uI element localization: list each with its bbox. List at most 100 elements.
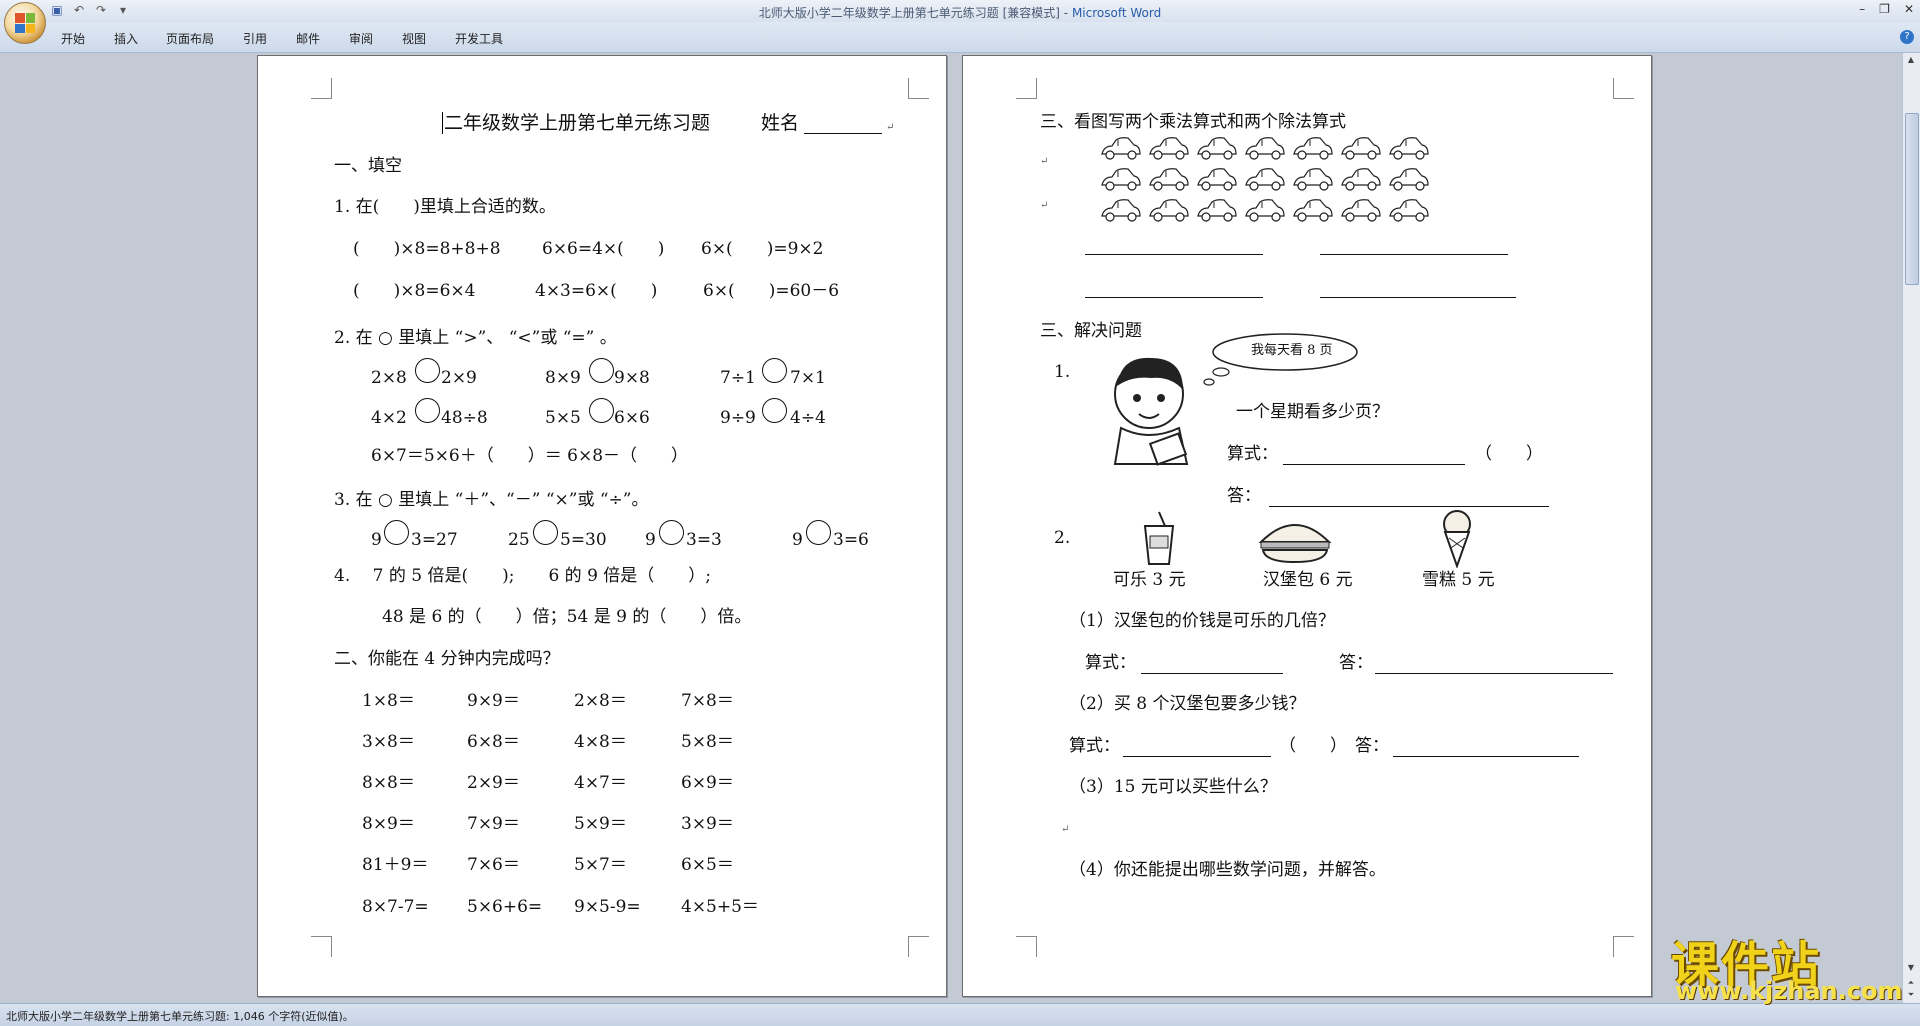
calc-item: 5×6+6= (467, 897, 543, 917)
q3-right: 3=6 (833, 530, 869, 550)
item-label: 可乐 3 元 (1113, 570, 1186, 590)
answer-blank[interactable] (1269, 506, 1549, 507)
crop-mark (1613, 936, 1634, 957)
crop-mark (1016, 78, 1037, 99)
formula-blank[interactable] (1123, 756, 1271, 757)
answer-circle[interactable] (589, 398, 614, 423)
calc-item: 5×7＝ (574, 855, 627, 875)
tab-developer[interactable]: 开发工具 (455, 30, 503, 47)
office-button[interactable] (4, 2, 46, 44)
q2-left: 2×8 (371, 368, 407, 388)
tab-mailings[interactable]: 邮件 (296, 30, 320, 47)
section-heading: 二、你能在 4 分钟内完成吗？ (334, 649, 560, 669)
sub-question: （4）你还能提出哪些数学问题，并解答。 (1069, 860, 1386, 880)
q2-right: 7×1 (790, 368, 826, 388)
answer-blank[interactable] (1393, 756, 1579, 757)
window-title: 北师大版小学二年级数学上册第七单元练习题 [兼容模式] - Microsoft … (758, 6, 1162, 20)
name-blank[interactable] (804, 133, 882, 134)
vertical-scrollbar[interactable]: ▲ ▼ ⏶ ⏷ (1902, 53, 1920, 1003)
minimize-icon[interactable]: – (1859, 2, 1865, 16)
answer-circle[interactable] (589, 358, 614, 383)
answer-circle[interactable] (659, 520, 684, 545)
office-logo-icon (15, 13, 35, 33)
calc-item: 3×8＝ (362, 732, 415, 752)
sub-question: （1）汉堡包的价钱是可乐的几倍？ (1069, 611, 1335, 631)
watermark-url: www.kjzhan.com (1675, 977, 1903, 1005)
q2-left: 5×5 (545, 408, 581, 428)
car-icon (1389, 168, 1429, 191)
unit-paren: （ ） (1279, 736, 1347, 756)
question-text: 1. 在( )里填上合适的数。 (334, 197, 556, 217)
q3-left: 9 (792, 530, 803, 550)
prev-page-icon[interactable]: ⏶ (1906, 978, 1916, 988)
q3-left: 9 (371, 530, 382, 550)
answer-circle[interactable] (384, 520, 409, 545)
tab-references[interactable]: 引用 (243, 30, 267, 47)
answer-circle[interactable] (762, 358, 787, 383)
item-label: 汉堡包 6 元 (1263, 570, 1353, 590)
q2-right: 4÷4 (790, 408, 826, 428)
car-icon (1341, 168, 1381, 191)
crop-mark (908, 78, 929, 99)
answer-blank[interactable] (1375, 673, 1613, 674)
car-icon (1197, 199, 1237, 222)
q2-row3: 6×7＝5×6＋（ ）＝ 6×8－（ ） (371, 446, 689, 466)
answer-circle[interactable] (762, 398, 787, 423)
next-page-icon[interactable]: ⏷ (1906, 990, 1916, 1000)
multiplication-blank[interactable] (1320, 254, 1508, 255)
car-icon (1101, 199, 1141, 222)
calc-item: 9×5-9= (574, 897, 641, 917)
tab-insert[interactable]: 插入 (114, 30, 138, 47)
car-icon (1149, 199, 1189, 222)
q2-left: 7÷1 (720, 368, 756, 388)
item-label: 雪糕 5 元 (1422, 570, 1495, 590)
speech-text: 我每天看 8 页 (1251, 343, 1333, 358)
q1-item: ( )×8=6×4 (353, 281, 476, 301)
title-bar: ▣ ↶ ↷ ▾ 北师大版小学二年级数学上册第七单元练习题 [兼容模式] - Mi… (0, 0, 1920, 22)
q2-left: 9÷9 (720, 408, 756, 428)
car-icon (1293, 137, 1333, 160)
calc-item: 6×8＝ (467, 732, 520, 752)
car-icon (1101, 168, 1141, 191)
q1-item: 4×3=6×( ) (535, 281, 658, 301)
tab-page-layout[interactable]: 页面布局 (166, 30, 214, 47)
car-icon (1245, 137, 1285, 160)
question-text: 3. 在 ○ 里填上 “＋”、“－” “×”或 “÷”。 (334, 490, 649, 510)
name-label: 姓名 (761, 112, 800, 134)
division-blank[interactable] (1320, 297, 1516, 298)
multiplication-blank[interactable] (1085, 254, 1263, 255)
q3-right: 5=30 (560, 530, 607, 550)
answer-circle[interactable] (415, 358, 440, 383)
q2-right: 48÷8 (441, 408, 488, 428)
answer-circle[interactable] (806, 520, 831, 545)
formula-blank[interactable] (1283, 464, 1465, 465)
crop-mark (1613, 78, 1634, 99)
page-title: 二年级数学上册第七单元练习题 (444, 112, 711, 134)
tab-home[interactable]: 开始 (61, 30, 85, 47)
help-icon[interactable]: ? (1900, 30, 1914, 44)
tab-review[interactable]: 审阅 (349, 30, 373, 47)
answer-circle[interactable] (415, 398, 440, 423)
answer-circle[interactable] (533, 520, 558, 545)
scroll-down-icon[interactable]: ▼ (1906, 963, 1916, 973)
crop-mark (1016, 936, 1037, 957)
car-icon (1245, 168, 1285, 191)
close-icon[interactable]: ✕ (1904, 2, 1914, 16)
q3-right: 3=27 (411, 530, 458, 550)
calc-item: 2×9＝ (467, 773, 520, 793)
scroll-up-icon[interactable]: ▲ (1906, 55, 1916, 65)
calc-item: 4×8＝ (574, 732, 627, 752)
q1-item: ( )×8=8+8+8 (353, 239, 501, 259)
status-bar: 北师大版小学二年级数学上册第七单元练习题: 1,046 个字符(近似值)。 (0, 1003, 1920, 1026)
calc-item: 9×9＝ (467, 691, 520, 711)
formula-blank[interactable] (1141, 673, 1283, 674)
scroll-thumb[interactable] (1905, 113, 1919, 285)
site-watermark: 课件站 www.kjzhan.com (1667, 925, 1907, 1007)
tab-view[interactable]: 视图 (402, 30, 426, 47)
restore-icon[interactable]: ❐ (1879, 2, 1890, 16)
division-blank[interactable] (1085, 297, 1263, 298)
calc-item: 81＋9＝ (362, 855, 429, 875)
question-text: 48 是 6 的（ ）倍；54 是 9 的（ ）倍。 (382, 607, 752, 627)
q3-right: 3=3 (686, 530, 722, 550)
car-grid-image (1101, 137, 1429, 222)
